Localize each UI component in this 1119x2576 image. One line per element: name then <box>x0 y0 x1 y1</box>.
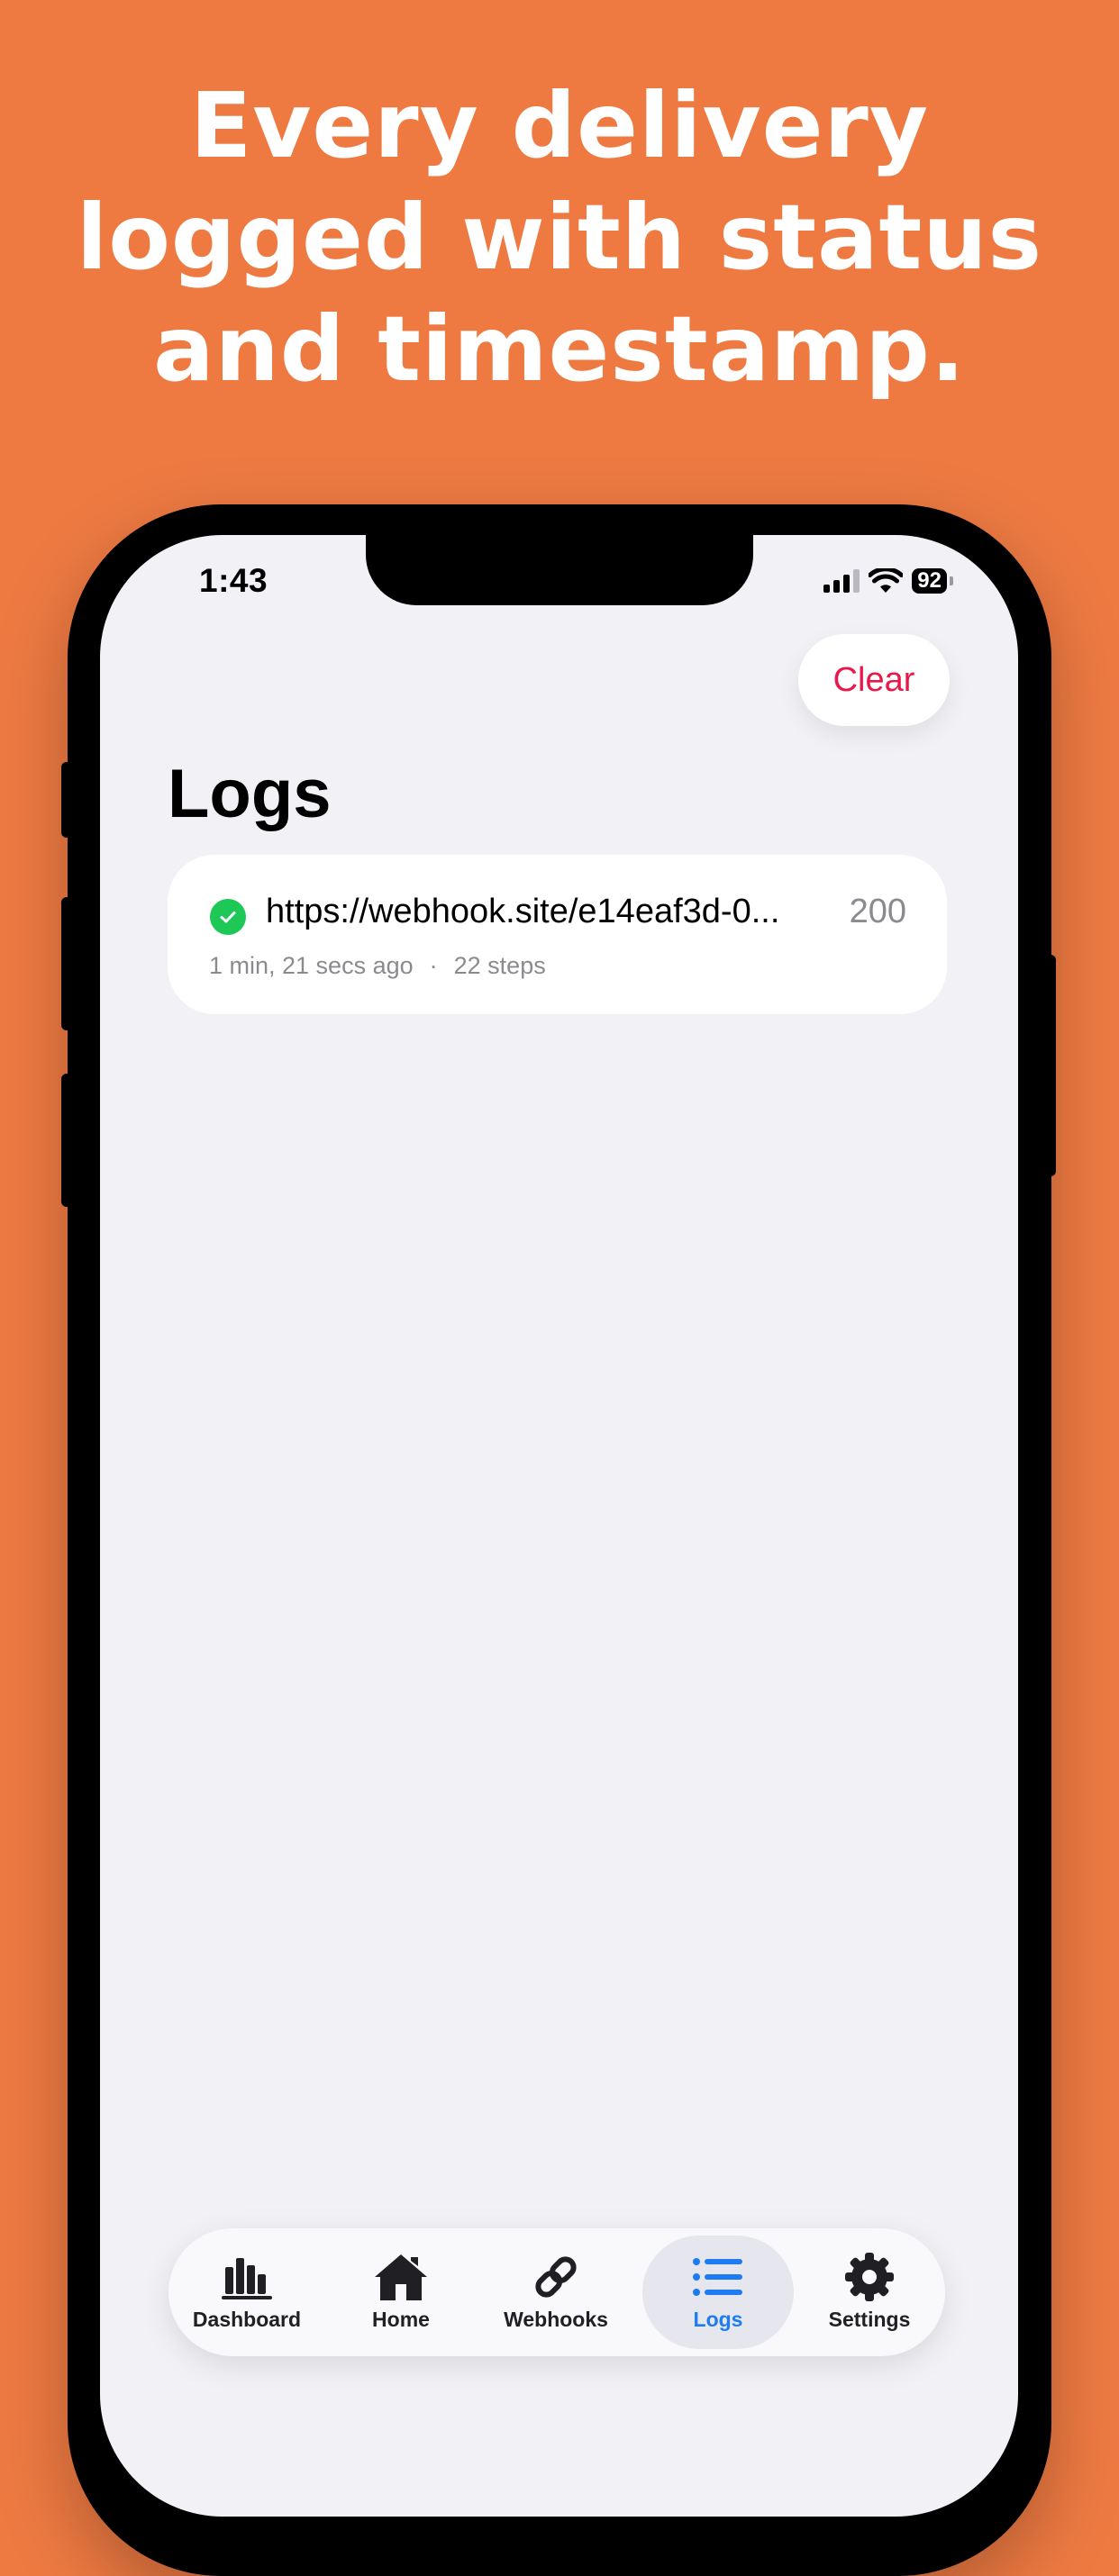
status-time: 1:43 <box>199 562 268 599</box>
headline-line-2: logged with status <box>76 185 1043 290</box>
log-meta: 1 min, 21 secs ago · 22 steps <box>209 952 546 980</box>
tab-bar: Dashboard Home Webhooks Logs Settings <box>168 2228 945 2356</box>
silent-switch <box>61 762 72 838</box>
log-list-item[interactable]: https://webhook.site/e14eaf3d-0... 200 1… <box>168 855 947 1014</box>
battery-icon: 92 <box>912 568 953 594</box>
status-icons: 92 <box>823 567 953 594</box>
clear-button[interactable]: Clear <box>798 634 950 726</box>
tab-logs-label: Logs <box>693 2308 743 2331</box>
log-steps: 22 steps <box>453 952 546 979</box>
log-url: https://webhook.site/e14eaf3d-0... <box>266 893 780 930</box>
tab-webhooks[interactable]: Webhooks <box>484 2236 628 2349</box>
tab-logs[interactable]: Logs <box>642 2236 794 2349</box>
tab-webhooks-label: Webhooks <box>504 2308 608 2331</box>
tab-settings[interactable]: Settings <box>806 2236 932 2349</box>
tab-home[interactable]: Home <box>338 2236 464 2349</box>
check-circle-icon <box>210 899 246 935</box>
wifi-icon <box>869 568 904 593</box>
list-icon <box>693 2258 742 2296</box>
headline-line-1: Every delivery <box>189 73 930 178</box>
notch <box>366 535 753 605</box>
volume-down-button <box>61 1074 72 1207</box>
bar-chart-icon <box>222 2258 272 2299</box>
gear-icon <box>845 2253 894 2301</box>
page-title: Logs <box>168 756 332 832</box>
cellular-signal-icon <box>823 569 860 593</box>
log-status-code: 200 <box>849 893 906 930</box>
marketing-headline: Every delivery logged with status and ti… <box>0 70 1119 405</box>
tab-home-label: Home <box>372 2308 430 2331</box>
headline-line-3: and timestamp. <box>153 296 966 402</box>
power-button <box>1045 955 1056 1176</box>
house-icon <box>375 2254 427 2300</box>
tab-dashboard[interactable]: Dashboard <box>179 2236 314 2349</box>
phone-screen: 1:43 92 Clear Logs https://webhook.site/… <box>100 535 1018 2517</box>
link-icon <box>535 2256 577 2298</box>
volume-up-button <box>61 897 72 1030</box>
battery-level: 92 <box>912 568 947 594</box>
meta-separator: · <box>429 952 438 979</box>
log-time-ago: 1 min, 21 secs ago <box>209 952 414 979</box>
tab-dashboard-label: Dashboard <box>192 2308 302 2331</box>
tab-settings-label: Settings <box>828 2308 911 2331</box>
